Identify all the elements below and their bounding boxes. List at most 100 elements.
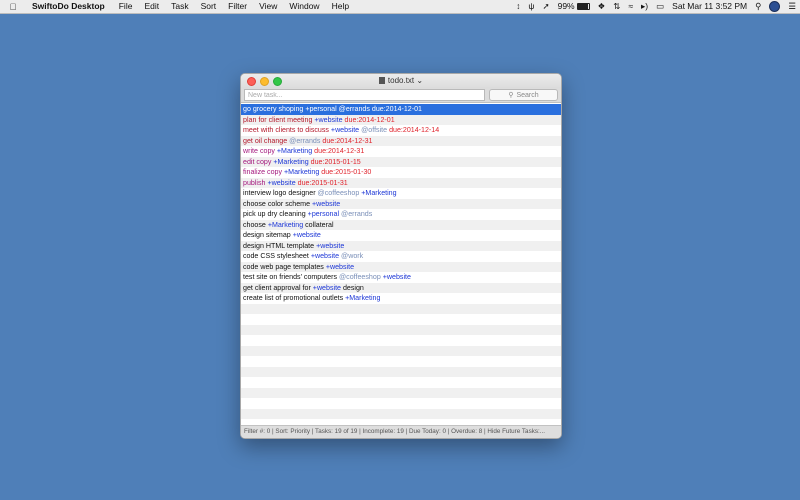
task-text: choose color scheme: [243, 199, 313, 208]
dropbox-icon[interactable]: ❖: [594, 0, 610, 13]
empty-row: [241, 356, 561, 367]
apple-menu-icon[interactable]: : [0, 2, 26, 12]
airplay-icon[interactable]: ▭: [652, 0, 668, 13]
task-text: code web page templates: [243, 262, 326, 271]
task-row[interactable]: test site on friends' computers @coffees…: [241, 272, 561, 283]
task-row[interactable]: write copy +Marketing due:2014-12-31: [241, 146, 561, 157]
task-project-tag: +website: [312, 283, 341, 292]
sort-arrows-icon[interactable]: ↕: [512, 0, 524, 13]
task-row[interactable]: create list of promotional outlets +Mark…: [241, 293, 561, 304]
chevron-down-icon: ⌄: [416, 76, 424, 85]
task-text: design sitemap: [243, 231, 293, 239]
close-window-button[interactable]: [247, 76, 256, 86]
empty-row: [241, 366, 561, 377]
empty-row: [241, 324, 561, 335]
menu-sort[interactable]: Sort: [195, 0, 223, 13]
task-row[interactable]: get client approval for +website design: [241, 282, 561, 293]
antenna-icon[interactable]: ψ: [524, 0, 538, 13]
task-due-tag: due:2014-12-31: [320, 136, 373, 145]
task-due-tag: due:2015-01-31: [295, 178, 348, 187]
task-text: code CSS stylesheet: [243, 252, 311, 260]
task-row[interactable]: plan for client meeting +website due:201…: [241, 114, 561, 125]
menu-view[interactable]: View: [253, 0, 283, 13]
task-row[interactable]: code web page templates +website: [241, 261, 561, 272]
menu-window[interactable]: Window: [283, 0, 325, 13]
task-row[interactable]: go grocery shoping +personal @errands du…: [241, 104, 561, 115]
spotlight-search-icon[interactable]: ⚲: [751, 0, 765, 13]
task-text: design HTML template: [243, 241, 317, 250]
user-avatar[interactable]: [765, 1, 784, 12]
task-text: get client approval for: [243, 283, 313, 292]
task-due-tag: due:2015-01-30: [319, 168, 372, 176]
empty-row: [241, 303, 561, 314]
task-text: publish: [243, 178, 268, 187]
task-context-tag: @errands: [336, 105, 370, 113]
task-due-tag: due:2014-12-01: [342, 115, 395, 124]
search-field[interactable]: ⚲ Search: [489, 89, 558, 101]
task-text: get oil change: [243, 136, 290, 145]
task-project-tag: +Marketing: [359, 189, 397, 197]
task-row[interactable]: design HTML template +website: [241, 240, 561, 251]
task-row[interactable]: finalize copy +Marketing due:2015-01-30: [241, 167, 561, 178]
task-text: edit copy: [243, 157, 274, 166]
search-icon: ⚲: [508, 92, 514, 99]
volume-icon[interactable]: ▸): [637, 0, 652, 13]
task-project-tag: +personal: [305, 105, 337, 113]
task-project-tag: +website: [310, 252, 340, 260]
title-bar[interactable]: todo.txt ⌄: [241, 74, 561, 88]
empty-row: [241, 408, 561, 419]
zoom-window-button[interactable]: [273, 76, 282, 86]
battery-percent: 99%: [557, 1, 575, 11]
task-due-tag: due:2014-12-01: [369, 105, 422, 113]
task-project-tag: +Marketing: [276, 147, 313, 155]
task-text: test site on friends' computers: [243, 273, 339, 281]
clock[interactable]: Sat Mar 11 3:52 PM: [668, 0, 751, 13]
task-project-tag: +website: [316, 241, 345, 250]
task-due-tag: due:2014-12-14: [387, 126, 440, 134]
menu-file[interactable]: File: [113, 0, 139, 13]
search-placeholder: Search: [516, 91, 539, 99]
task-row[interactable]: design sitemap +website: [241, 230, 561, 241]
task-row[interactable]: get oil change @errands due:2014-12-31: [241, 135, 561, 146]
task-context-tag: @offsite: [359, 126, 388, 134]
empty-row: [241, 387, 561, 398]
task-text: write copy: [243, 147, 277, 155]
wifi-icon[interactable]: ≈: [624, 0, 637, 13]
task-row[interactable]: code CSS stylesheet +website @work: [241, 251, 561, 262]
location-arrow-icon[interactable]: ➚: [538, 0, 553, 13]
empty-row: [241, 335, 561, 346]
task-row[interactable]: choose +Marketing collateral: [241, 219, 561, 230]
task-row[interactable]: interview logo designer @coffeeshop +Mar…: [241, 188, 561, 199]
notification-center-icon[interactable]: ☰: [784, 0, 800, 13]
sync-icon[interactable]: ⇅: [609, 0, 624, 13]
menu-bar:  SwiftoDo Desktop File Edit Task Sort F…: [0, 0, 800, 14]
menu-task[interactable]: Task: [165, 0, 194, 13]
task-text: choose: [243, 220, 268, 229]
toolbar: ⚲ Search: [241, 88, 561, 103]
task-project-tag: +website: [380, 273, 411, 281]
empty-row: [241, 314, 561, 325]
status-menus: ↕ ψ ➚ 99% ❖ ⇅ ≈ ▸) ▭ Sat Mar 11 3:52 PM …: [512, 0, 800, 13]
task-text: plan for client meeting: [243, 115, 315, 124]
task-row[interactable]: publish +website due:2015-01-31: [241, 177, 561, 188]
task-text: pick up dry cleaning: [243, 210, 308, 218]
task-row[interactable]: choose color scheme +website: [241, 198, 561, 209]
window-controls: [241, 76, 282, 86]
minimize-window-button[interactable]: [260, 76, 269, 86]
task-project-tag: +Marketing: [267, 220, 304, 229]
window-title-text: todo.txt: [387, 76, 415, 85]
battery-icon: [576, 3, 590, 10]
menu-help[interactable]: Help: [326, 0, 355, 13]
menu-app-name[interactable]: SwiftoDo Desktop: [26, 0, 113, 13]
task-row[interactable]: pick up dry cleaning +personal @errands: [241, 209, 561, 220]
task-list[interactable]: go grocery shoping +personal @errands du…: [241, 104, 561, 426]
menu-edit[interactable]: Edit: [138, 0, 165, 13]
document-icon: [378, 77, 385, 84]
battery-status[interactable]: 99%: [554, 0, 594, 13]
new-task-input[interactable]: [244, 89, 485, 101]
menu-filter[interactable]: Filter: [222, 0, 253, 13]
task-row[interactable]: edit copy +Marketing due:2015-01-15: [241, 156, 561, 167]
task-text: meet with clients to discuss: [243, 126, 331, 134]
task-text: collateral: [303, 220, 334, 229]
task-row[interactable]: meet with clients to discuss +website @o…: [241, 125, 561, 136]
